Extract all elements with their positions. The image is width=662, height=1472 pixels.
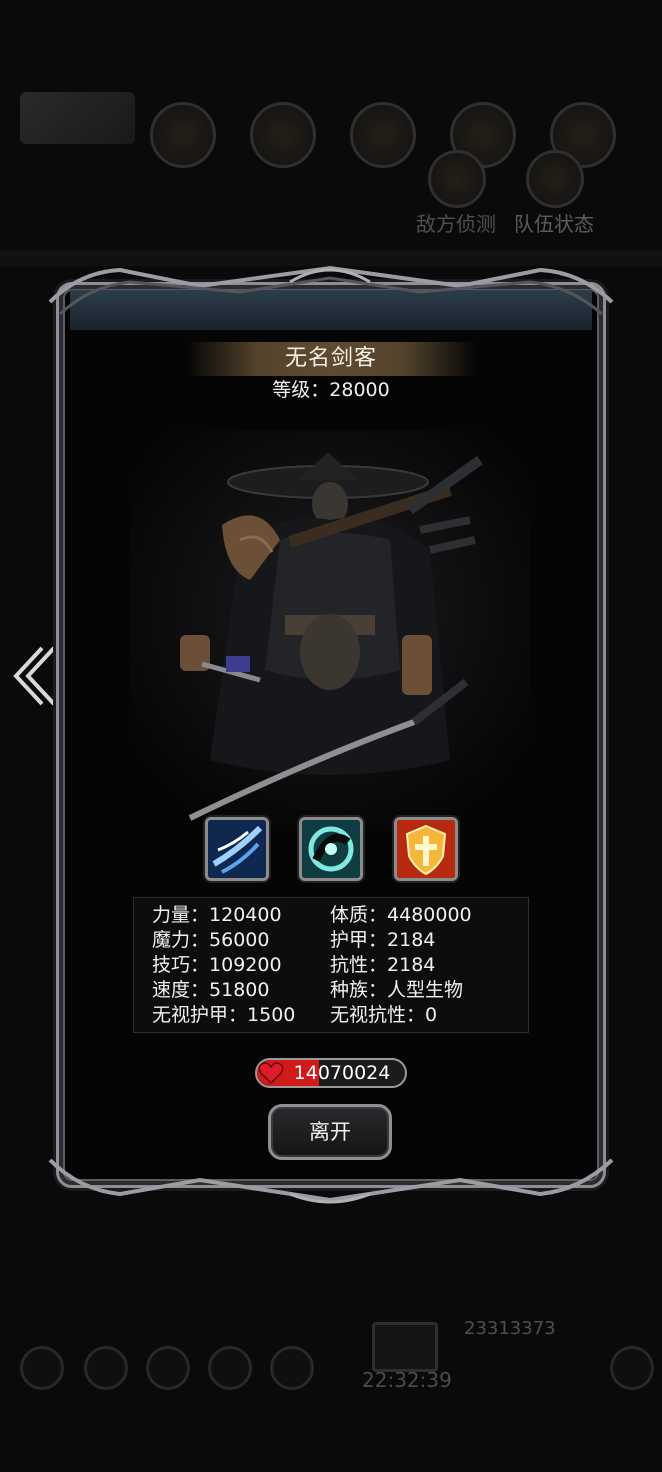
skill-slot-3[interactable] <box>394 817 458 881</box>
stat-magic: 魔力：56000 <box>152 929 270 951</box>
bottom-icon-5 <box>270 1346 314 1390</box>
bottom-icon-2 <box>84 1346 128 1390</box>
menu-icon-3 <box>350 102 416 168</box>
currency-value: 23313373 <box>464 1318 556 1339</box>
monster-level: 等级：28000 <box>186 375 476 402</box>
team-status-label: 队伍状态 <box>514 212 594 236</box>
panel-header-band <box>70 290 592 330</box>
bottom-icon-1 <box>20 1346 64 1390</box>
skill-slot-2[interactable] <box>299 817 363 881</box>
stat-armor: 护甲：2184 <box>330 929 436 951</box>
level-label: 等级： <box>272 379 330 401</box>
clock: 22:32:39 <box>362 1368 452 1392</box>
stat-strength: 力量：120400 <box>152 904 282 926</box>
background-divider <box>0 250 662 266</box>
team-status-icon <box>526 150 584 208</box>
stat-resistance-penetration: 无视抗性：0 <box>330 1004 438 1026</box>
stat-skill: 技巧：109200 <box>152 954 282 976</box>
swordsman-portrait <box>130 430 530 830</box>
stat-resistance: 抗性：2184 <box>330 954 436 976</box>
level-value: 28000 <box>329 379 390 401</box>
bottom-icon-3 <box>146 1346 190 1390</box>
cyclone-skill-icon <box>302 820 360 878</box>
stat-speed: 速度：51800 <box>152 979 270 1001</box>
stat-race: 种族：人型生物 <box>330 979 464 1001</box>
stat-constitution: 体质：4480000 <box>330 904 472 926</box>
leave-button[interactable]: 离开 <box>268 1104 392 1160</box>
enemy-scan-label: 敌方侦测 <box>416 212 496 236</box>
wind-slash-skill-icon <box>208 820 266 878</box>
bottom-icon-4 <box>208 1346 252 1390</box>
previous-arrow-button[interactable] <box>8 640 58 712</box>
double-chevron-left-icon <box>13 646 56 706</box>
bottom-chest-icon <box>372 1322 438 1372</box>
holy-shield-skill-icon <box>397 820 455 878</box>
bottom-icon-6 <box>610 1346 654 1390</box>
enemy-scan-icon <box>428 150 486 208</box>
monster-name: 无名剑客 <box>284 346 377 371</box>
skill-slot-1[interactable] <box>205 817 269 881</box>
event-banner <box>20 92 135 144</box>
menu-icon-1 <box>150 102 216 168</box>
menu-icon-2 <box>250 102 316 168</box>
stat-armor-penetration: 无视护甲：1500 <box>152 1004 296 1026</box>
hp-value: 14070024 <box>293 1062 391 1084</box>
